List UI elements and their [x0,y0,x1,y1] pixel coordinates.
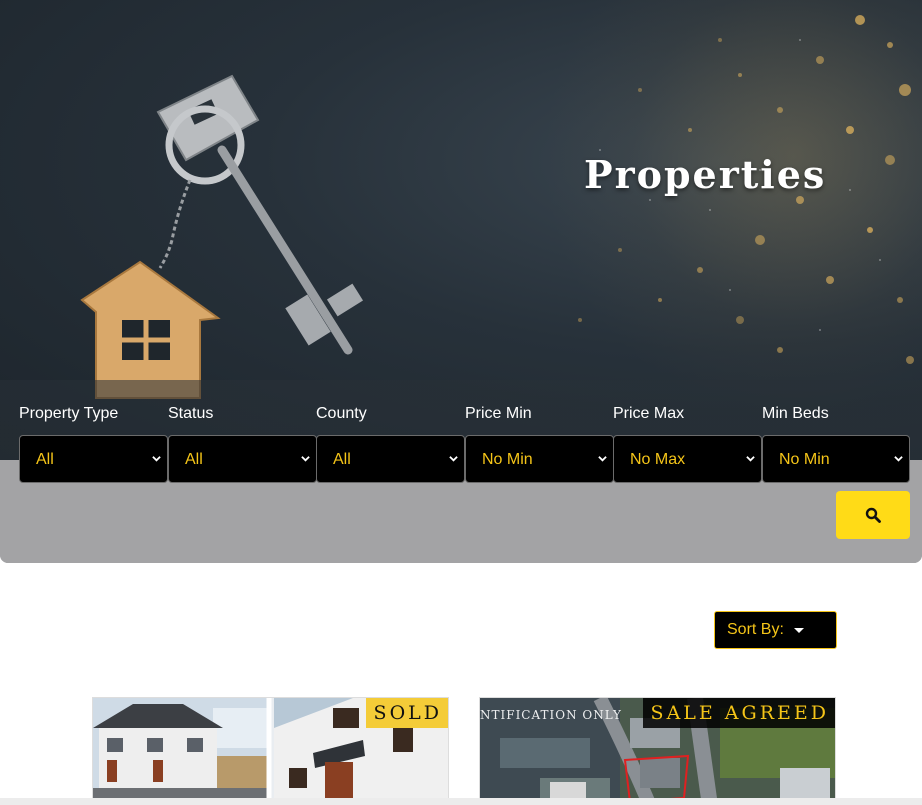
house-keys-illustration [80,74,364,399]
caret-down-icon [794,628,804,633]
min-beds-select[interactable]: No Min [762,435,910,483]
sort-by-dropdown[interactable]: Sort By: [714,611,837,649]
chevron-down-icon [449,456,458,462]
page: Properties Property Type All Status All … [0,0,922,805]
filter-label: Status [168,405,214,422]
property-type-select[interactable]: All [19,435,168,483]
county-select[interactable]: All [316,435,465,483]
page-title: Properties [584,152,827,197]
status-select[interactable]: All [168,435,317,483]
filter-label: Property Type [19,405,119,422]
select-value: No Min [779,451,830,468]
filter-label: Price Max [613,405,685,422]
filter-label: Price Min [465,405,532,422]
search-button[interactable] [836,491,910,539]
bottom-strip [0,798,922,805]
search-icon [865,507,881,523]
chevron-down-icon [598,456,607,462]
property-card[interactable]: NTIFICATION ONLY SALE AGREED [479,697,836,805]
chevron-down-icon [746,456,755,462]
price-max-select[interactable]: No Max [613,435,762,483]
filter-label: Min Beds [762,405,829,422]
filter-label: County [316,405,367,422]
property-card[interactable]: SOLD [92,697,449,805]
status-badge: SOLD [365,698,448,728]
status-badge: SALE AGREED [642,698,835,728]
select-value: All [185,451,203,468]
chevron-down-icon [894,456,903,462]
watermark-text: NTIFICATION ONLY [480,708,622,722]
chevron-down-icon [301,456,310,462]
price-min-select[interactable]: No Min [465,435,614,483]
select-value: No Min [482,451,533,468]
select-value: All [36,451,54,468]
sort-label: Sort By: [727,621,784,638]
select-value: All [333,451,351,468]
chevron-down-icon [152,456,161,462]
select-value: No Max [630,451,686,468]
